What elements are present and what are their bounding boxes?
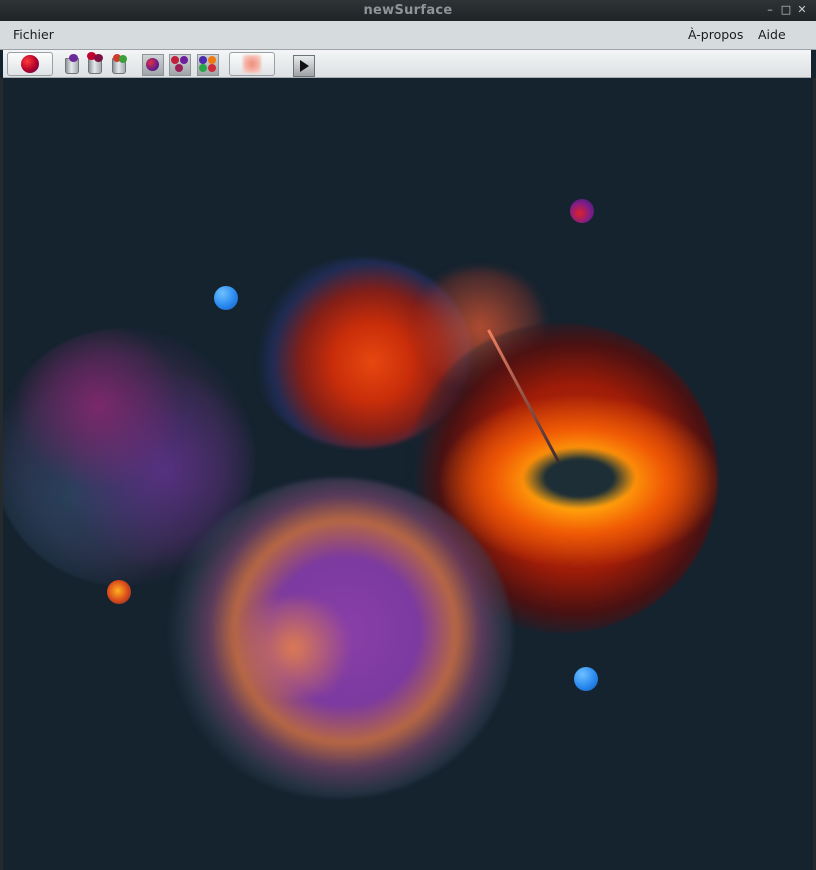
title-bar[interactable]: newSurface – □ ✕ — [0, 0, 816, 21]
menu-fichier[interactable]: Fichier — [13, 27, 54, 42]
purple-red-small-ball[interactable] — [570, 199, 594, 223]
trash-multicolor-button[interactable] — [108, 52, 132, 74]
trash-red-button[interactable] — [84, 52, 108, 74]
menu-aide[interactable]: Aide — [758, 27, 786, 42]
close-button[interactable]: ✕ — [795, 3, 809, 17]
multicolor-sphere-mode-button[interactable] — [197, 52, 221, 76]
menu-a-propos[interactable]: À-propos — [688, 27, 743, 42]
app-window: newSurface – □ ✕ Fichier À-propos Aide — [0, 0, 816, 870]
bottom-nebula-flare — [218, 598, 368, 698]
trash-purple-button[interactable] — [61, 52, 85, 74]
toolbar — [3, 50, 811, 78]
blur-toggle-button[interactable] — [229, 52, 275, 76]
play-button[interactable] — [293, 52, 317, 77]
window-border-left — [0, 78, 3, 870]
play-icon — [293, 55, 315, 77]
new-ball-button[interactable] — [7, 52, 53, 76]
single-sphere-mode-button[interactable] — [142, 52, 166, 76]
blue-ball[interactable] — [214, 286, 238, 310]
scene-canvas[interactable] — [3, 78, 813, 870]
minimize-button[interactable]: – — [763, 3, 777, 17]
maximize-button[interactable]: □ — [779, 3, 793, 17]
menu-bar: Fichier À-propos Aide — [0, 21, 816, 50]
window-title: newSurface — [363, 3, 453, 18]
blur-square-icon — [243, 55, 261, 73]
blue-ball[interactable] — [574, 667, 598, 691]
multi-sphere-mode-button[interactable] — [169, 52, 193, 76]
red-sphere-icon — [21, 55, 39, 73]
orange-small-ball[interactable] — [107, 580, 131, 604]
